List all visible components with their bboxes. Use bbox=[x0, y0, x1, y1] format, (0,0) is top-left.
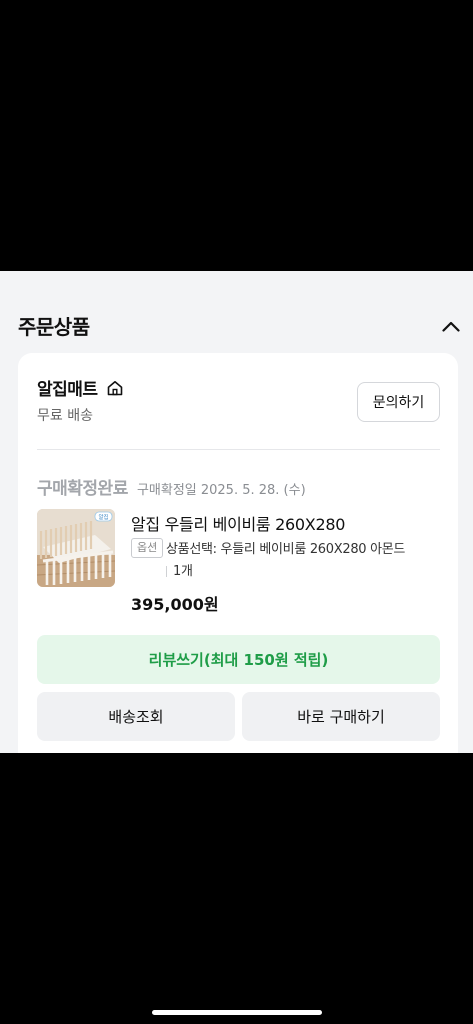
product-image: 알집 bbox=[37, 509, 115, 587]
quantity: 1개 bbox=[173, 564, 193, 579]
separator bbox=[166, 566, 167, 577]
section-title: 주문상품 bbox=[18, 315, 90, 339]
option-detail: 상품선택: 우들리 베이비룸 260X280 아몬드 1개 bbox=[166, 539, 446, 583]
write-review-button[interactable]: 리뷰쓰기(최대 150원 적립) bbox=[37, 635, 440, 684]
confirm-date: 구매확정일 2025. 5. 28. (수) bbox=[136, 483, 306, 498]
order-status-row: 구매확정완료 구매확정일 2025. 5. 28. (수) bbox=[37, 474, 306, 499]
home-indicator[interactable] bbox=[152, 1010, 322, 1015]
quantity-row: 1개 bbox=[166, 561, 446, 583]
order-status: 구매확정완료 bbox=[37, 479, 128, 499]
shipping-info: 무료 배송 bbox=[37, 408, 93, 424]
product-price: 395,000원 bbox=[131, 595, 219, 614]
collapse-button[interactable] bbox=[438, 315, 464, 337]
thumb-brand-badge: 알집 bbox=[98, 513, 108, 521]
action-button-row: 배송조회 바로 구매하기 bbox=[37, 692, 440, 741]
chevron-up-icon bbox=[442, 321, 460, 332]
order-card: 알집매트 무료 배송 문의하기 구매확정완료 구매확정일 2025. 5. 28… bbox=[18, 353, 458, 753]
product-name[interactable]: 알집 우들리 베이비룸 260X280 bbox=[131, 511, 345, 535]
option-selection: 상품선택: 우들리 베이비룸 260X280 아몬드 bbox=[166, 542, 406, 557]
order-product-panel: 주문상품 알집매트 무료 배송 문의하기 구매확정완료 구매확정일 2025. bbox=[0, 271, 473, 753]
product-thumbnail[interactable]: 알집 bbox=[37, 509, 115, 587]
buy-again-button[interactable]: 바로 구매하기 bbox=[242, 692, 440, 741]
home-icon[interactable] bbox=[106, 379, 124, 397]
seller-name[interactable]: 알집매트 bbox=[37, 375, 98, 400]
screen: 주문상품 알집매트 무료 배송 문의하기 구매확정완료 구매확정일 2025. bbox=[0, 0, 473, 1024]
seller-row: 알집매트 bbox=[37, 375, 124, 400]
inquiry-button[interactable]: 문의하기 bbox=[357, 382, 440, 422]
track-delivery-button[interactable]: 배송조회 bbox=[37, 692, 235, 741]
option-badge: 옵션 bbox=[131, 538, 164, 558]
divider bbox=[37, 449, 440, 450]
section-header: 주문상품 bbox=[0, 271, 473, 353]
